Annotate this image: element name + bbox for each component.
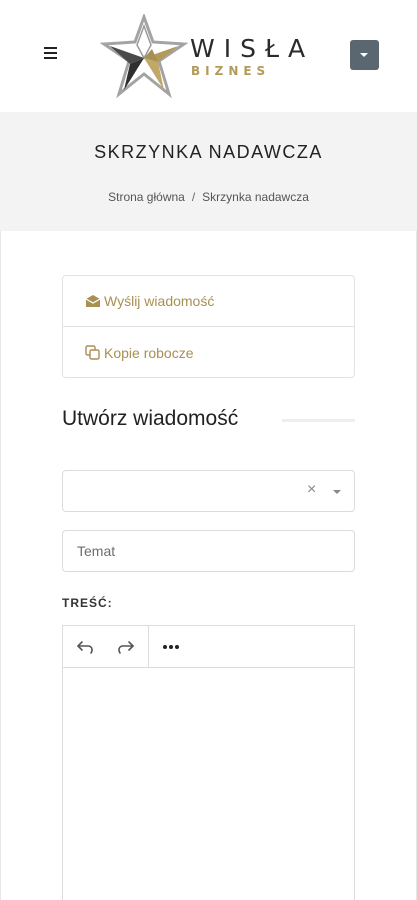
more-horizontal-icon[interactable] (159, 636, 183, 658)
editor-toolbar (63, 626, 354, 668)
logo-subtitle: BIZNES (191, 64, 271, 78)
page-title-band (0, 112, 417, 231)
body-label: TREŚĆ: (62, 596, 113, 610)
chevron-down-icon (333, 490, 341, 494)
menu-item-label: Wyślij wiadomość (104, 293, 215, 309)
site-header: WISŁA BIZNES (0, 0, 417, 112)
menu-item-send-message[interactable]: Wyślij wiadomość (63, 276, 354, 327)
copy-icon (85, 345, 100, 360)
page-title: SKRZYNKA NADAWCZA (94, 142, 323, 162)
undo-icon[interactable] (74, 636, 98, 658)
mail-menu: Wyślij wiadomość Kopie robocze (62, 275, 355, 378)
clear-icon[interactable]: × (307, 481, 316, 499)
redo-icon[interactable] (113, 636, 137, 658)
recipient-select[interactable]: × (62, 470, 355, 512)
logo-title: WISŁA (190, 34, 315, 63)
star-logo-icon (100, 14, 188, 99)
menu-item-drafts[interactable]: Kopie robocze (63, 327, 354, 378)
menu-item-label: Kopie robocze (104, 344, 194, 361)
compose-heading: Utwórz wiadomość (62, 407, 239, 430)
breadcrumb-current: Skrzynka nadawcza (202, 190, 309, 204)
heading-divider (282, 419, 355, 422)
hamburger-icon[interactable] (44, 47, 58, 61)
toolbar-divider (148, 626, 149, 668)
breadcrumb-separator: / (191, 190, 196, 204)
subject-input[interactable] (62, 530, 355, 572)
breadcrumb: Strona główna / Skrzynka nadawcza (0, 190, 417, 204)
caret-down-icon (360, 53, 368, 57)
logo[interactable]: WISŁA BIZNES (100, 14, 330, 100)
breadcrumb-home-link[interactable]: Strona główna (108, 190, 185, 204)
message-editor (62, 625, 355, 900)
user-menu-button[interactable] (350, 40, 379, 70)
envelope-open-icon (85, 295, 101, 307)
editor-content-area[interactable] (63, 669, 354, 900)
